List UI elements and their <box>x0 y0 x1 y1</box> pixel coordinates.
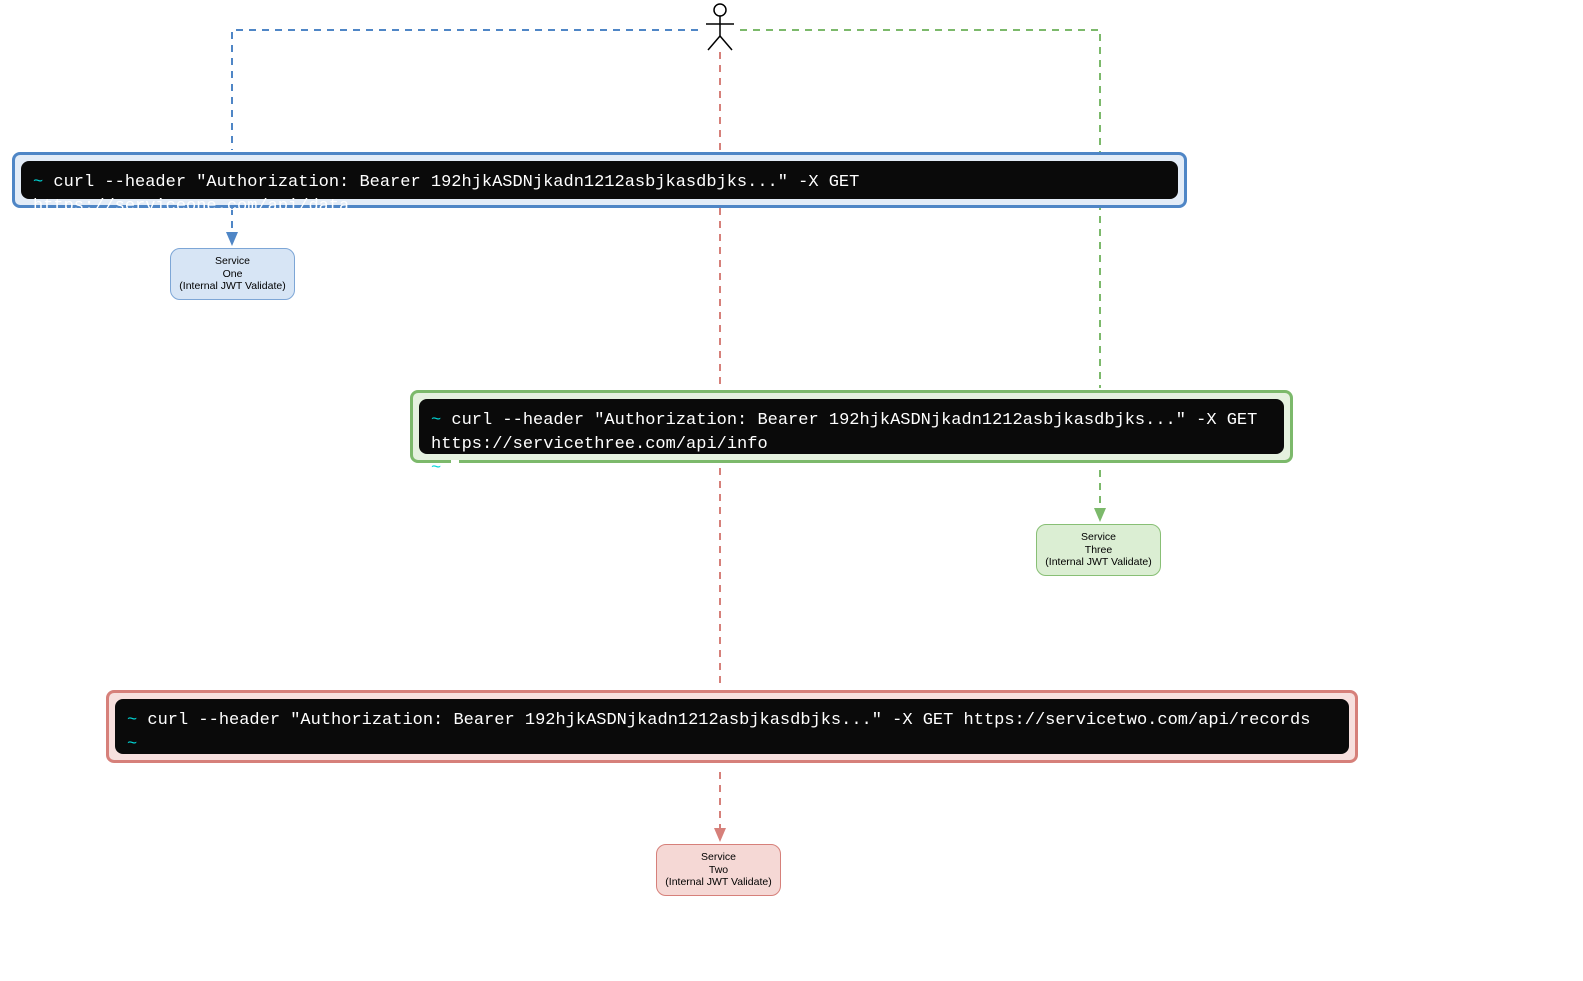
service-label: (Internal JWT Validate) <box>665 876 772 889</box>
service-label: (Internal JWT Validate) <box>1045 556 1152 569</box>
terminal-prompt: ~ <box>127 735 137 754</box>
terminal-three: ~ curl --header "Authorization: Bearer 1… <box>419 399 1284 454</box>
terminal-two-box: ~ curl --header "Authorization: Bearer 1… <box>106 690 1358 763</box>
service-three-box: Service Three (Internal JWT Validate) <box>1036 524 1161 576</box>
terminal-prompt: ~ <box>33 173 43 192</box>
line-actor-to-terminal3 <box>740 30 1100 388</box>
terminal-command: curl --header "Authorization: Bearer 192… <box>147 711 1310 730</box>
service-label: Two <box>665 864 772 877</box>
terminal-one: ~ curl --header "Authorization: Bearer 1… <box>21 161 1178 199</box>
terminal-command: curl --header "Authorization: Bearer 192… <box>33 173 859 216</box>
actor-icon <box>700 2 740 52</box>
terminal-two: ~ curl --header "Authorization: Bearer 1… <box>115 699 1349 754</box>
service-label: Three <box>1045 544 1152 557</box>
diagram-canvas: ~ curl --header "Authorization: Bearer 1… <box>0 0 1583 981</box>
service-label: (Internal JWT Validate) <box>179 280 286 293</box>
terminal-one-box: ~ curl --header "Authorization: Bearer 1… <box>12 152 1187 208</box>
service-two-box: Service Two (Internal JWT Validate) <box>656 844 781 896</box>
cursor-block <box>451 460 459 475</box>
service-one-box: Service One (Internal JWT Validate) <box>170 248 295 300</box>
terminal-three-box: ~ curl --header "Authorization: Bearer 1… <box>410 390 1293 463</box>
terminal-command: curl --header "Authorization: Bearer 192… <box>431 411 1257 454</box>
terminal-prompt: ~ <box>431 411 441 430</box>
line-actor-to-terminal1 <box>232 30 698 150</box>
service-label: Service <box>1045 531 1152 544</box>
terminal-prompt: ~ <box>127 711 137 730</box>
service-label: Service <box>665 851 772 864</box>
connector-lines <box>0 0 1583 981</box>
terminal-prompt: ~ <box>431 459 441 478</box>
service-label: Service <box>179 255 286 268</box>
service-label: One <box>179 268 286 281</box>
